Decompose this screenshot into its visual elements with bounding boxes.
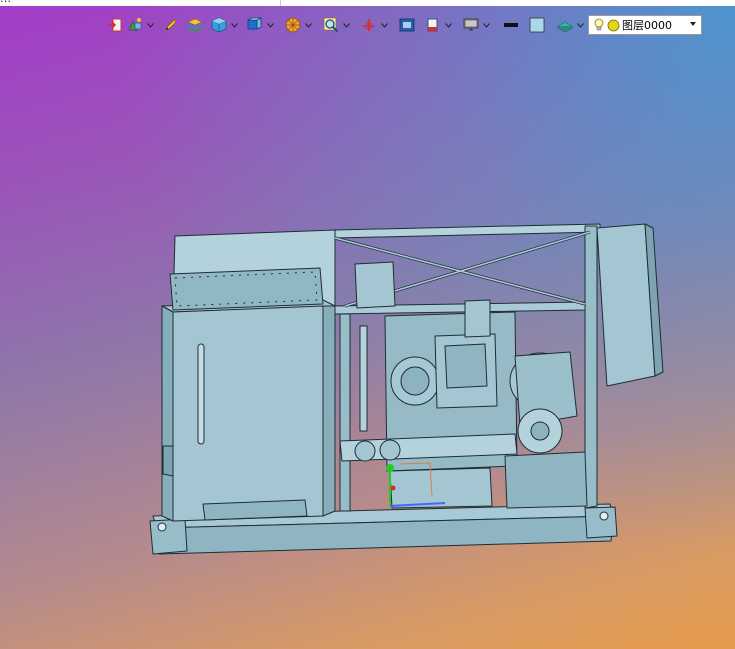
view-button[interactable] [246,16,264,34]
material-button[interactable] [556,16,574,34]
axis-dropdown[interactable] [380,16,388,34]
axis-icon [363,19,375,31]
zoom-dropdown[interactable] [342,16,350,34]
section-button[interactable] [424,16,442,34]
pencil-icon [165,19,177,31]
view-dropdown[interactable] [266,16,274,34]
render-mode-dropdown[interactable] [304,16,312,34]
fit-view-button[interactable] [398,16,416,34]
chevron-down-icon [146,22,154,28]
current-layer-name: 图层0000 [622,19,672,32]
chevron-down-icon [380,22,388,28]
line-weight-icon [504,23,518,27]
chevron-down-icon [230,22,238,28]
color-swatch-icon [529,17,545,33]
chevron-down-icon [576,22,584,28]
light-bulb-icon [594,18,604,31]
cube-icon [211,17,227,33]
snap-icon [128,18,142,31]
axis-button[interactable] [360,16,378,34]
display-button[interactable] [462,16,480,34]
solid-dropdown[interactable] [230,16,238,34]
solid-button[interactable] [210,16,228,34]
chevron-down-icon [304,22,312,28]
display-dropdown[interactable] [482,16,490,34]
sun-icon [607,19,620,31]
window-title: … [0,0,11,5]
chevron-down-icon [444,22,452,28]
material-dropdown[interactable] [576,16,584,34]
zoom-icon [323,17,339,33]
exit-icon [108,18,122,32]
render-mode-button[interactable] [284,16,302,34]
fit-view-icon [399,18,415,32]
exit-button[interactable] [106,16,124,34]
snap-button[interactable] [126,16,144,34]
view-cube-icon [247,17,262,30]
dropdown-triangle-icon[interactable] [689,20,697,28]
section-dropdown[interactable] [444,16,452,34]
color-button[interactable] [528,16,546,34]
material-icon [557,21,573,33]
layers-button[interactable] [186,16,204,34]
chevron-down-icon [266,22,274,28]
monitor-icon [463,18,479,31]
zoom-button[interactable] [322,16,340,34]
3d-viewport[interactable]: 图层0000 [0,6,735,649]
sketch-button[interactable] [162,16,180,34]
chevron-down-icon [482,22,490,28]
model-render[interactable] [145,216,665,561]
layer-stack-icon [187,18,203,32]
render-mode-icon [285,17,301,33]
section-icon [427,18,438,32]
chevron-down-icon [342,22,350,28]
line-weight-button[interactable] [502,16,520,34]
snap-dropdown[interactable] [146,16,154,34]
layer-selector[interactable]: 图层0000 [588,15,702,35]
